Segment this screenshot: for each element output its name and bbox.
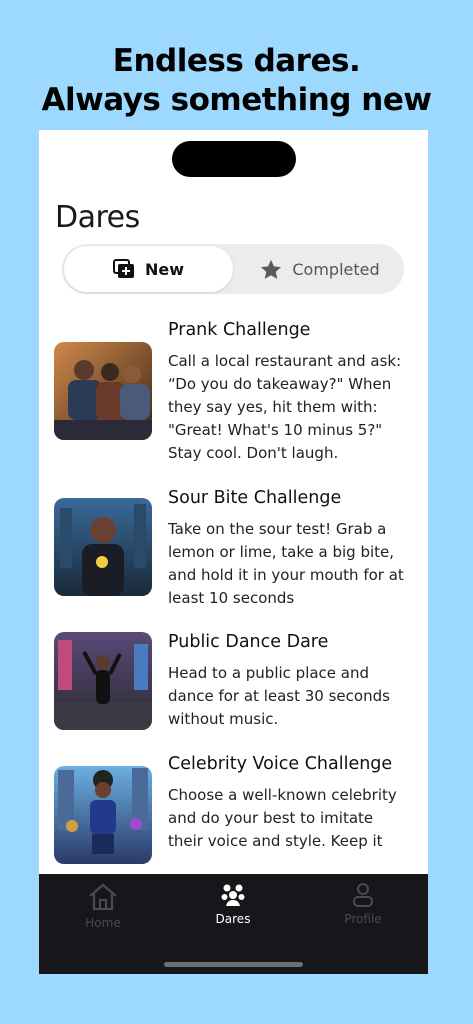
dare-thumbnail (54, 632, 152, 730)
dare-item-prank[interactable]: Prank Challenge Call a local restaurant … (54, 320, 414, 470)
dare-thumbnail (54, 342, 152, 440)
segmented-control: New Completed (62, 244, 404, 294)
dare-description-line: and hold it in your mouth for at (168, 566, 404, 584)
promo-line-1: Endless dares. (112, 43, 361, 79)
dare-description-line: their voice and style. Keep it (168, 832, 383, 850)
dare-description-line: "Great! What's 10 minus 5?" (168, 421, 383, 439)
dare-description-line: dance for at least 30 seconds (168, 687, 390, 705)
promo-line-2: Always something new (41, 82, 432, 118)
dare-description-line: they say yes, hit them with: (168, 398, 378, 416)
tab-dares[interactable]: Dares (183, 882, 283, 926)
profile-icon (353, 883, 373, 907)
tab-dares-label: Dares (215, 912, 251, 926)
dare-description: Take on the sour test! Grab a lemon or l… (168, 518, 414, 610)
dare-title: Celebrity Voice Challenge (168, 754, 393, 774)
tab-profile-label: Profile (344, 912, 382, 926)
new-cards-icon (112, 259, 134, 278)
tab-bar: Home Dares Profile (39, 874, 428, 974)
dare-description-line: Stay cool. Don't laugh. (168, 444, 339, 462)
dare-description-line: without music. (168, 710, 279, 728)
dare-description-line: Choose a well-known celebrity (168, 786, 397, 804)
dare-title: Sour Bite Challenge (168, 488, 342, 508)
dare-description: Call a local restaurant and ask: “Do you… (168, 350, 414, 465)
home-icon (89, 883, 117, 911)
segment-new-label: New (144, 259, 185, 279)
dare-item-celebrity-voice[interactable]: Celebrity Voice Challenge Choose a well-… (54, 754, 414, 874)
dare-description-line: Call a local restaurant and ask: (168, 352, 402, 370)
dare-description-line: “Do you do takeaway?" When (168, 375, 392, 393)
tab-home-label: Home (85, 916, 121, 930)
dare-description: Head to a public place and dance for at … (168, 662, 414, 731)
page-title: Dares (55, 200, 140, 235)
segment-completed-label: Completed (292, 259, 380, 279)
dare-thumbnail (54, 766, 152, 864)
dare-title: Prank Challenge (168, 320, 311, 340)
dare-description-line: and do your best to imitate (168, 809, 374, 827)
dare-item-public-dance[interactable]: Public Dance Dare Head to a public place… (54, 632, 414, 742)
dare-description-line: lemon or lime, take a big bite, (168, 543, 395, 561)
dare-item-sour-bite[interactable]: Sour Bite Challenge Take on the sour tes… (54, 488, 414, 608)
dares-group-icon (221, 884, 245, 906)
dare-description: Choose a well-known celebrity and do you… (168, 784, 414, 853)
promo-headline: Endless dares. Always something new (0, 42, 473, 120)
dare-description-line: least 10 seconds (168, 589, 295, 607)
dynamic-island (172, 141, 296, 177)
dare-thumbnail (54, 498, 152, 596)
segment-completed[interactable]: Completed (238, 246, 402, 292)
tab-home[interactable]: Home (53, 882, 153, 930)
segment-new[interactable]: New (64, 246, 233, 292)
dare-description-line: Head to a public place and (168, 664, 370, 682)
tab-profile[interactable]: Profile (313, 882, 413, 926)
star-icon (261, 259, 282, 279)
home-indicator[interactable] (164, 962, 303, 967)
dare-description-line: Take on the sour test! Grab a (168, 520, 387, 538)
dare-title: Public Dance Dare (168, 632, 329, 652)
phone-screen: Dares New Completed Prank Challenge Call… (39, 130, 428, 974)
